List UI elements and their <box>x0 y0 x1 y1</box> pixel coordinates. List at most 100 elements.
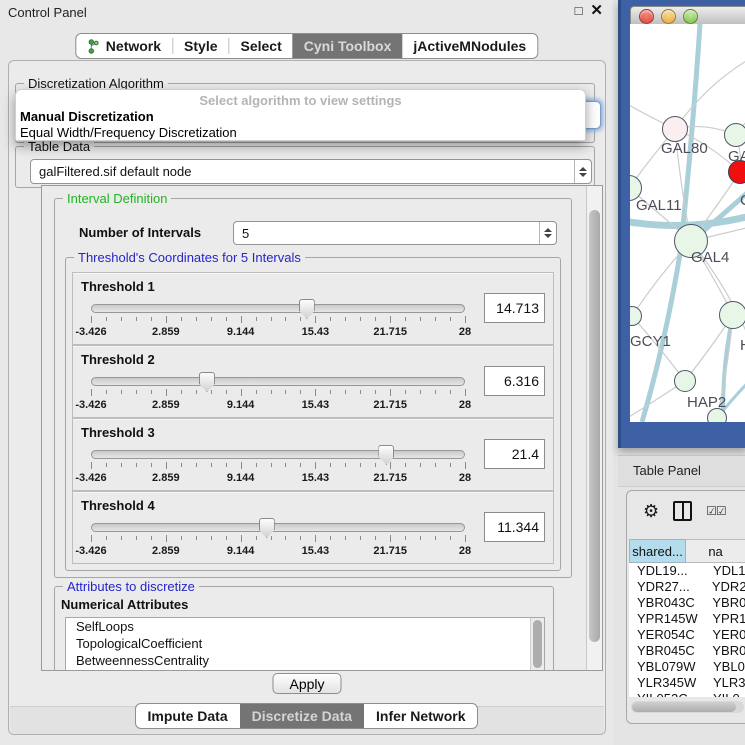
threshold-4-slider[interactable]: -3.4262.8599.14415.4321.71528 <box>91 518 465 560</box>
traffic-light-minimize-icon[interactable] <box>661 9 676 24</box>
tick-mark <box>91 389 92 396</box>
table-row[interactable]: YBR045CYBR0 <box>629 643 745 659</box>
slider-track[interactable] <box>91 523 465 532</box>
table-row[interactable]: YLR345WYLR3 <box>629 675 745 691</box>
checkbox-icons[interactable]: ☑☑ <box>706 504 726 518</box>
tick-mark <box>405 317 406 321</box>
combobox-value: galFiltered.sif default node <box>31 164 574 179</box>
network-node[interactable] <box>674 370 696 392</box>
threshold-value-field[interactable]: 21.4 <box>484 439 545 469</box>
traffic-light-close-icon[interactable] <box>639 9 654 24</box>
threshold-value-field[interactable]: 11.344 <box>484 512 545 542</box>
node-label: H <box>740 337 745 354</box>
table-cell[interactable]: YBL0 <box>705 659 745 675</box>
threshold-3-slider[interactable]: -3.4262.8599.14415.4321.71528 <box>91 445 465 487</box>
threshold-3-panel: Threshold 3 -3.4262.8599.14415.4321.7152… <box>72 418 554 491</box>
table-cell[interactable]: YIL0 <box>705 691 740 697</box>
horizontal-scrollbar-thumb[interactable] <box>632 702 736 712</box>
table-cell[interactable]: YBL079W <box>629 659 705 675</box>
tick-mark <box>450 390 451 394</box>
table-row[interactable]: YDR27...YDR2 <box>629 579 745 595</box>
tick-mark <box>315 535 316 542</box>
table-cell[interactable]: YPR145W <box>629 611 704 627</box>
split-view-icon[interactable] <box>673 501 692 521</box>
tab-discretize-data[interactable]: Discretize Data <box>240 704 364 728</box>
table-data-combobox[interactable]: galFiltered.sif default node <box>30 159 592 184</box>
table-cell[interactable]: YLR3 <box>705 675 745 691</box>
table-row[interactable]: YBR043CYBR0 <box>629 595 745 611</box>
table-row[interactable]: YER054CYER0 <box>629 627 745 643</box>
threshold-2-slider[interactable]: -3.4262.8599.14415.4321.71528 <box>91 372 465 414</box>
tab-impute-data[interactable]: Impute Data <box>136 704 240 728</box>
table-cell[interactable]: YBR043C <box>629 595 704 611</box>
tick-mark <box>91 535 92 542</box>
table-cell[interactable]: YER054C <box>629 627 704 643</box>
threshold-1-slider[interactable]: -3.4262.8599.14415.4321.71528 <box>91 299 465 341</box>
tab-label: Cyni Toolbox <box>304 38 392 54</box>
traffic-light-zoom-icon[interactable] <box>683 9 698 24</box>
column-header-shared[interactable]: shared... <box>629 539 686 563</box>
slider-ruler <box>91 462 465 470</box>
attribute-item[interactable]: SelfLoops <box>66 618 544 635</box>
list-scrollbar[interactable] <box>530 618 544 671</box>
slider-track[interactable] <box>91 377 465 386</box>
tick-mark <box>256 390 257 394</box>
table-row[interactable]: YBL079WYBL0 <box>629 659 745 675</box>
dropdown-option-equal-width-frequency[interactable]: Equal Width/Frequency Discretization <box>20 125 237 140</box>
horizontal-scrollbar[interactable] <box>631 701 744 713</box>
table-row[interactable]: YDL19...YDL1 <box>629 563 745 579</box>
table-row[interactable]: YIL052CYIL0 <box>629 691 745 697</box>
tick-mark <box>91 316 92 323</box>
number-of-intervals-combobox[interactable]: 5 <box>233 221 557 245</box>
attribute-item[interactable]: TopologicalCoefficient <box>66 635 544 652</box>
tab-select[interactable]: Select <box>230 34 293 58</box>
network-window-titlebar[interactable] <box>630 6 745 26</box>
numerical-attributes-list[interactable]: SelfLoopsTopologicalCoefficientBetweenne… <box>65 617 545 671</box>
tab-jactivemnodules[interactable]: jActiveMNodules <box>402 34 537 58</box>
threshold-value-field[interactable]: 6.316 <box>484 366 545 396</box>
tick-mark <box>345 390 346 394</box>
apply-button[interactable]: Apply <box>272 673 341 694</box>
slider-track[interactable] <box>91 450 465 459</box>
table-cell[interactable]: YDL1 <box>705 563 745 579</box>
table-cell[interactable]: YLR345W <box>629 675 705 691</box>
column-header-name[interactable]: na <box>686 539 745 563</box>
tab-style[interactable]: Style <box>173 34 228 58</box>
network-node[interactable] <box>719 301 745 329</box>
dropdown-placeholder-option[interactable]: Select algorithm to view settings <box>16 93 585 108</box>
table-cell[interactable]: YBR045C <box>629 643 704 659</box>
network-node[interactable] <box>724 123 745 147</box>
dropdown-option-manual-discretization[interactable]: Manual Discretization <box>20 109 154 124</box>
gear-icon[interactable]: ⚙ <box>643 501 659 521</box>
table-row[interactable]: YPR145WYPR1 <box>629 611 745 627</box>
pane-scrollbar-thumb[interactable] <box>589 210 600 642</box>
tab-network[interactable]: Network <box>76 34 172 58</box>
threshold-value-field[interactable]: 14.713 <box>484 293 545 323</box>
network-canvas[interactable]: GAL80GACGAL11GAL4GCY1HHAP2 <box>630 24 745 422</box>
tick-mark <box>151 463 152 467</box>
table-rows[interactable]: YDL19...YDL1YDR27...YDR2YBR043CYBR0YPR14… <box>629 563 745 697</box>
close-icon[interactable]: ✕ <box>590 3 603 18</box>
tab-cyni-toolbox[interactable]: Cyni Toolbox <box>293 34 403 58</box>
table-cell[interactable]: YIL052C <box>629 691 705 697</box>
tick-mark <box>315 389 316 396</box>
table-cell[interactable]: YBR0 <box>704 595 745 611</box>
network-node[interactable] <box>662 116 688 142</box>
pane-scrollbar[interactable] <box>586 186 602 670</box>
slider-track[interactable] <box>91 304 465 313</box>
table-cell[interactable]: YDL19... <box>629 563 705 579</box>
table-cell[interactable]: YBR0 <box>704 643 745 659</box>
table-cell[interactable]: YDR2 <box>704 579 745 595</box>
tick-mark <box>315 316 316 323</box>
threshold-label: Threshold 4 <box>81 498 155 513</box>
table-cell[interactable]: YPR1 <box>704 611 745 627</box>
table-cell[interactable]: YDR27... <box>629 579 704 595</box>
float-window-icon[interactable]: □ <box>575 3 583 18</box>
stepper-icon[interactable] <box>574 160 591 183</box>
table-cell[interactable]: YER0 <box>704 627 745 643</box>
list-scrollbar-thumb[interactable] <box>533 620 542 668</box>
attribute-item[interactable]: BetweennessCentrality <box>66 652 544 669</box>
tab-infer-network[interactable]: Infer Network <box>364 704 477 728</box>
stepper-icon[interactable] <box>539 222 556 244</box>
tick-mark <box>285 463 286 467</box>
